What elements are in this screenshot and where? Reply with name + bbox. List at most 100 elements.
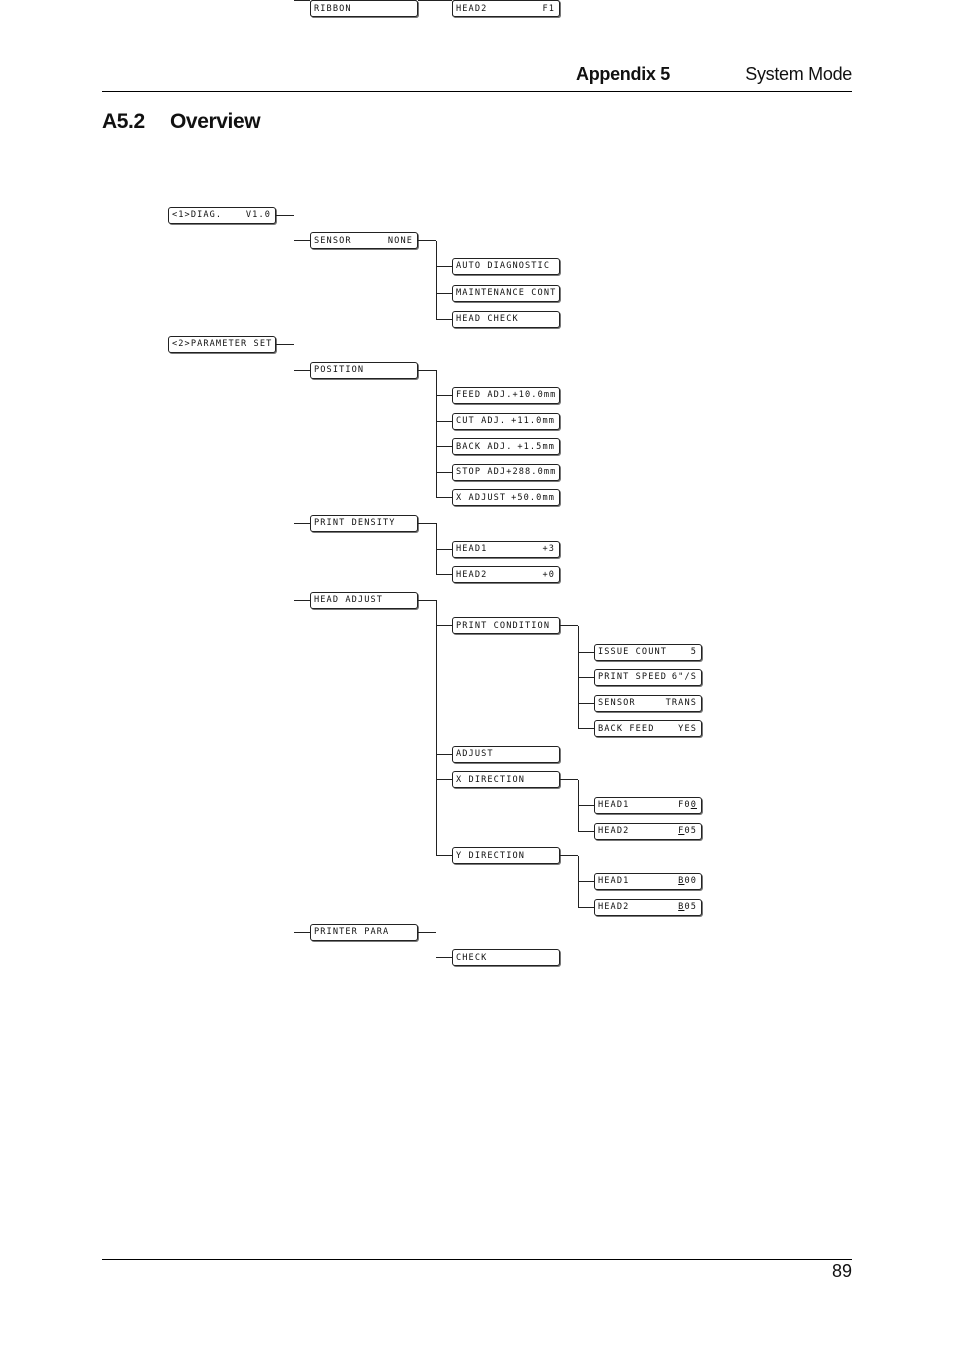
footer-divider [102, 1259, 852, 1260]
menu-node-label: X DIRECTION [456, 774, 526, 785]
menu-node-head1[interactable]: HEAD1 F00 [594, 796, 702, 814]
menu-node-ribbon[interactable]: RIBBON [310, 0, 418, 17]
menu-node-label: CHECK [456, 952, 488, 963]
connector-line [418, 0, 436, 1]
menu-node-label: <1>DIAG. [172, 210, 223, 220]
menu-node-printer-para[interactable]: PRINTER PARA [310, 923, 418, 941]
connector-line [418, 369, 436, 371]
menu-node-print-speed[interactable]: PRINT SPEED 6"/S [594, 668, 702, 686]
menu-node-label: POSITION [314, 365, 365, 375]
connector-line [578, 880, 594, 882]
menu-node-label: Y DIRECTION [456, 850, 526, 861]
menu-node-head1[interactable]: HEAD1 B00 [594, 872, 702, 890]
connector-line [276, 214, 294, 216]
connector-line [436, 625, 452, 626]
menu-node-value: F1 [542, 3, 555, 14]
connector-line [436, 855, 452, 856]
connector-line [578, 830, 594, 832]
menu-node-label: HEAD1 [456, 544, 488, 554]
menu-node-label: RIBBON [314, 3, 352, 14]
menu-node-sensor[interactable]: SENSOR NONE [310, 232, 418, 249]
menu-node-2-parameter-set[interactable]: <2>PARAMETER SET [168, 335, 276, 353]
menu-node-adjust[interactable]: ADJUST [452, 745, 560, 763]
connector-line [577, 855, 579, 908]
menu-node-x-adjust[interactable]: X ADJUST +50.0mm [452, 489, 560, 506]
connector-line [294, 240, 310, 241]
menu-node-value: B00 [678, 876, 697, 886]
menu-node-label: CUT ADJ. [456, 416, 507, 426]
menu-node-stop-adj[interactable]: STOP ADJ +288.0mm [452, 463, 560, 481]
connector-line [436, 394, 452, 396]
menu-node-value: B05 [678, 902, 697, 912]
menu-node-cut-adj[interactable]: CUT ADJ. +11.0mm [452, 412, 560, 430]
menu-node-y-direction[interactable]: Y DIRECTION [452, 847, 560, 864]
menu-node-label: BACK ADJ. [456, 441, 513, 452]
connector-line [436, 318, 452, 320]
menu-node-value: F05 [678, 826, 697, 836]
connector-line [578, 676, 594, 678]
menu-node-head-check[interactable]: HEAD CHECK [452, 310, 560, 328]
menu-node-1-diag[interactable]: <1>DIAG. V1.0 [168, 206, 276, 224]
menu-node-head2[interactable]: HEAD2 +0 [452, 566, 560, 583]
menu-node-head2[interactable]: HEAD2 F05 [594, 822, 702, 840]
menu-node-label: PRINT SPEED [598, 672, 668, 682]
menu-node-sensor[interactable]: SENSOR TRANS [594, 694, 702, 712]
menu-node-label: PRINT DENSITY [314, 518, 396, 528]
menu-node-value: +288.0mm [506, 467, 557, 477]
connector-line [436, 548, 452, 550]
menu-node-label: X ADJUST [456, 492, 507, 503]
menu-node-label: PRINT CONDITION [456, 620, 551, 631]
menu-node-issue-count[interactable]: ISSUE COUNT 5 [594, 643, 702, 661]
menu-node-value: +10.0mm [512, 390, 557, 400]
menu-node-label: STOP ADJ [456, 467, 507, 477]
menu-node-print-condition[interactable]: PRINT CONDITION [452, 617, 560, 634]
menu-node-back-feed[interactable]: BACK FEED YES [594, 720, 702, 737]
connector-line [436, 0, 452, 1]
connector-line [294, 369, 310, 371]
connector-line [418, 599, 436, 601]
menu-node-label: SENSOR [598, 698, 636, 708]
connector-line [294, 0, 310, 1]
connector-line [560, 625, 578, 626]
menu-node-position[interactable]: POSITION [310, 361, 418, 379]
connector-line [436, 957, 452, 958]
connector-line [578, 702, 594, 704]
menu-node-auto-diagnostic[interactable]: AUTO DIAGNOSTIC [452, 257, 560, 275]
menu-node-label: FEED ADJ. [456, 390, 513, 400]
connector-line [294, 931, 310, 933]
menu-node-print-density[interactable]: PRINT DENSITY [310, 514, 418, 532]
menu-node-value: F00 [678, 800, 697, 810]
connector-line [436, 574, 452, 575]
menu-node-value: 6"/S [671, 672, 697, 682]
menu-node-head2[interactable]: HEAD2 F1 [452, 0, 560, 17]
menu-node-label: PRINTER PARA [314, 927, 390, 937]
connector-line [436, 420, 452, 422]
connector-line [294, 522, 310, 524]
menu-node-back-adj[interactable]: BACK ADJ. +1.5mm [452, 438, 560, 455]
menu-node-x-direction[interactable]: X DIRECTION [452, 771, 560, 788]
connector-line [435, 370, 437, 498]
menu-node-label: ADJUST [456, 749, 494, 759]
connector-line [578, 651, 594, 653]
menu-node-value: NONE [387, 235, 413, 246]
menu-node-check[interactable]: CHECK [452, 949, 560, 966]
menu-node-head-adjust[interactable]: HEAD ADJUST [310, 591, 418, 609]
menu-node-head1[interactable]: HEAD1 +3 [452, 540, 560, 558]
connector-line [294, 599, 310, 601]
menu-node-head2[interactable]: HEAD2 B05 [594, 898, 702, 916]
menu-node-value: YES [678, 723, 697, 734]
connector-line [436, 753, 452, 755]
menu-node-label: SENSOR [314, 235, 352, 246]
menu-node-value: 5 [690, 647, 697, 657]
menu-node-feed-adj[interactable]: FEED ADJ. +10.0mm [452, 386, 560, 404]
connector-line [578, 804, 594, 806]
menu-node-label: HEAD1 [598, 876, 630, 886]
menu-node-label: ISSUE COUNT [598, 647, 668, 657]
menu-node-maintenance-cont[interactable]: MAINTENANCE CONT [452, 284, 560, 302]
connector-line [578, 728, 594, 729]
menu-node-value: +3 [542, 544, 555, 554]
menu-node-label: HEAD1 [598, 800, 630, 810]
menu-node-value: +0 [542, 569, 555, 580]
menu-node-value: TRANS [665, 698, 697, 708]
connector-line [577, 779, 579, 832]
